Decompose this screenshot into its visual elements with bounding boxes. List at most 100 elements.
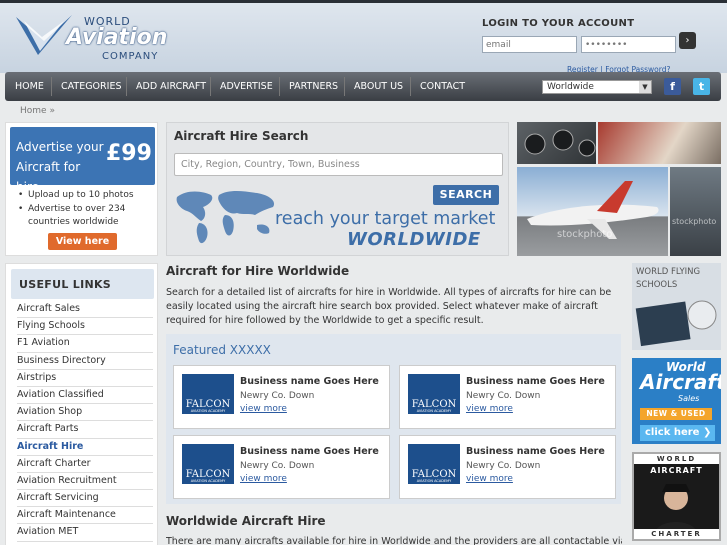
cockpit-photo (517, 122, 596, 164)
advertise-text: Advertise your Aircraft for hire (16, 140, 104, 194)
world-map-icon (176, 191, 275, 244)
flying-schools-ad[interactable]: WORLD FLYING SCHOOLS (632, 263, 721, 350)
ad-charter-world: WORLD (634, 454, 719, 464)
link-aircraft-parts[interactable]: Aircraft Parts (17, 421, 153, 439)
business-name: Business name Goes Here (466, 376, 605, 387)
business-card[interactable]: FALCON AVIATION ACADEMY Business name Goe… (399, 365, 616, 429)
intro-paragraph: Search for a detailed list of aircrafts … (166, 287, 612, 326)
list-item: Upload up to 10 photos (16, 189, 156, 203)
business-location: Newry Co. Down (240, 461, 315, 471)
view-more-link[interactable]: view more (240, 474, 287, 484)
region-select[interactable]: Worldwide ▼ (542, 80, 652, 94)
logo-company: COMPANY (102, 51, 159, 62)
breadcrumb-home[interactable]: Home (20, 106, 47, 116)
site-header: WORLD Aviation COMPANY LOGIN TO YOUR ACC… (0, 3, 727, 74)
email-field[interactable] (482, 36, 577, 53)
falcon-logo-icon: FALCON AVIATION ACADEMY (182, 374, 234, 414)
business-card[interactable]: FALCON AVIATION ACADEMY Business name Goe… (399, 435, 616, 499)
login-submit-button[interactable]: › (679, 32, 696, 49)
breadcrumb: Home » (20, 106, 55, 116)
falcon-logo-icon: FALCON AVIATION ACADEMY (182, 444, 234, 484)
view-more-link[interactable]: view more (466, 404, 513, 414)
view-here-button[interactable]: View here (48, 233, 117, 250)
useful-links-list: Aircraft Sales Flying Schools F1 Aviatio… (17, 301, 153, 542)
logo-subtext: AVIATION ACADEMY (416, 479, 452, 483)
jet-photo: stockphoto (517, 167, 668, 256)
advertise-bullets: Upload up to 10 photos Advertise to over… (16, 189, 156, 230)
link-aviation-met[interactable]: Aviation MET (17, 524, 153, 542)
search-tagline-worldwide: WORLDWIDE (347, 229, 481, 250)
business-card[interactable]: FALCON AVIATION ACADEMY Business name Goe… (173, 435, 390, 499)
link-flying-schools[interactable]: Flying Schools (17, 318, 153, 336)
nav-home[interactable]: HOME (15, 72, 44, 101)
advertise-price: £99 (106, 141, 152, 166)
jet-icon (527, 181, 659, 239)
link-aircraft-maintenance[interactable]: Aircraft Maintenance (17, 507, 153, 525)
nav-divider (210, 77, 211, 96)
search-panel: Aircraft Hire Search City, Region, Count… (166, 122, 509, 256)
link-business-directory[interactable]: Business Directory (17, 353, 153, 370)
business-card[interactable]: FALCON AVIATION ACADEMY Business name Goe… (173, 365, 390, 429)
aircraft-sales-ad[interactable]: World Aircraft Sales NEW & USED click he… (632, 358, 721, 444)
nav-categories[interactable]: CATEGORIES (61, 72, 121, 101)
nav-divider (279, 77, 280, 96)
falcon-logo-icon: FALCON AVIATION ACADEMY (408, 374, 460, 414)
ad-click-here-button[interactable]: click here ❯ (640, 425, 715, 441)
link-aviation-classified[interactable]: Aviation Classified (17, 387, 153, 405)
logo-subtext: AVIATION ACADEMY (190, 409, 226, 413)
search-button[interactable]: SEARCH (433, 185, 499, 205)
link-f1-aviation[interactable]: F1 Aviation (17, 335, 153, 353)
compass-icon (635, 300, 717, 347)
login-title: LOGIN TO YOUR ACCOUNT (482, 18, 635, 29)
view-more-link[interactable]: view more (466, 474, 513, 484)
list-item: Advertise to over 234 countries worldwid… (16, 203, 156, 230)
link-aircraft-charter[interactable]: Aircraft Charter (17, 456, 153, 473)
nav-partners[interactable]: PARTNERS (289, 72, 338, 101)
link-aviation-shop[interactable]: Aviation Shop (17, 404, 153, 422)
view-more-link[interactable]: view more (240, 404, 287, 414)
nav-add-aircraft[interactable]: ADD AIRCRAFT (136, 72, 206, 101)
nav-divider (344, 77, 345, 96)
logo-subtext: AVIATION ACADEMY (416, 409, 452, 413)
advertise-banner[interactable]: Advertise your Aircraft for hire £99 (10, 127, 155, 194)
region-select-value: Worldwide (547, 82, 594, 92)
nav-about-us[interactable]: ABOUT US (354, 72, 403, 101)
ad-charter-label: CHARTER (634, 529, 719, 539)
search-title: Aircraft Hire Search (174, 129, 309, 143)
crew-photo (598, 122, 721, 164)
twitter-icon[interactable]: t (693, 78, 710, 95)
site-logo[interactable]: WORLD Aviation COMPANY (14, 11, 174, 63)
useful-links-panel: USEFUL LINKS Aircraft Sales Flying Schoo… (5, 263, 158, 545)
runway-photo: stockphoto (670, 167, 721, 256)
link-aircraft-servicing[interactable]: Aircraft Servicing (17, 490, 153, 508)
business-name: Business name Goes Here (240, 376, 379, 387)
business-name: Business name Goes Here (466, 446, 605, 457)
breadcrumb-separator: » (49, 106, 55, 116)
search-tagline: reach your target market (275, 209, 496, 229)
nav-divider (51, 77, 52, 96)
photo-watermark: stockphoto (672, 217, 717, 226)
link-aircraft-sales[interactable]: Aircraft Sales (17, 301, 153, 319)
business-name: Business name Goes Here (240, 446, 379, 457)
nav-divider (410, 77, 411, 96)
page-title: Aircraft for Hire Worldwide (166, 264, 350, 278)
link-aviation-recruitment[interactable]: Aviation Recruitment (17, 473, 153, 491)
ad-charter-aircraft: AIRCRAFT (650, 466, 703, 475)
logo-mark-icon (16, 15, 72, 55)
falcon-logo-icon: FALCON AVIATION ACADEMY (408, 444, 460, 484)
link-airstrips[interactable]: Airstrips (17, 370, 153, 387)
nav-contact[interactable]: CONTACT (420, 72, 465, 101)
ad-aircraft: Aircraft (640, 370, 721, 394)
password-field[interactable] (581, 36, 676, 53)
search-input[interactable]: City, Region, Country, Town, Business (174, 153, 503, 176)
business-location: Newry Co. Down (240, 391, 315, 401)
chevron-right-icon: › (685, 35, 690, 46)
gauge-icon (524, 129, 596, 157)
facebook-icon[interactable]: f (664, 78, 681, 95)
main-nav: HOME CATEGORIES ADD AIRCRAFT ADVERTISE P… (5, 72, 721, 101)
link-aircraft-hire[interactable]: Aircraft Hire (17, 439, 153, 456)
advertise-box: Advertise your Aircraft for hire £99 Upl… (5, 122, 158, 256)
nav-advertise[interactable]: ADVERTISE (220, 72, 273, 101)
photo-watermark: stockphoto (557, 229, 613, 240)
aircraft-charter-ad[interactable]: WORLD AIRCRAFT CHARTER (632, 452, 721, 541)
